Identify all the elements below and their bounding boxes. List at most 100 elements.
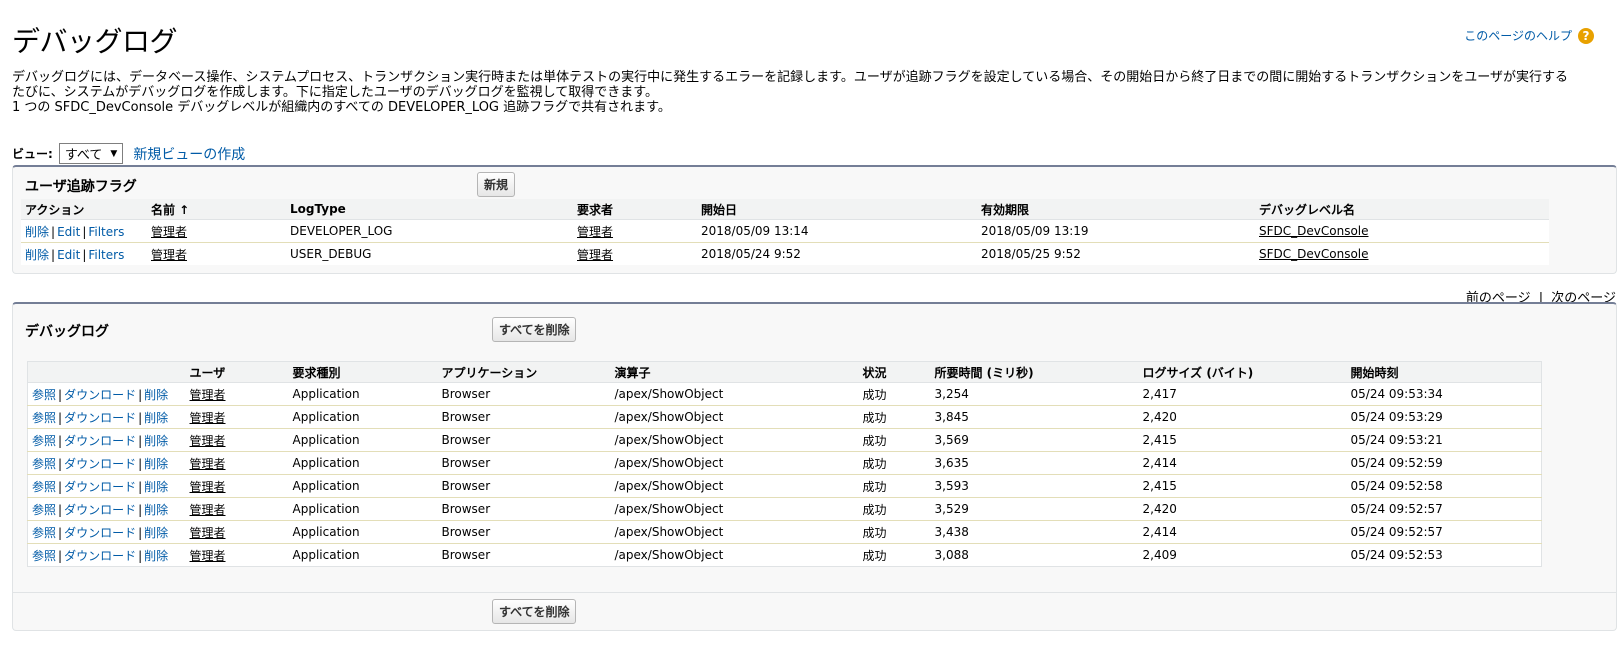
delete-link[interactable]: 削除 bbox=[144, 411, 168, 425]
debug-log-row: 参照 | ダウンロード | 削除 管理者 Application Browser/apex/S… bbox=[28, 544, 1542, 567]
delete-all-button-bottom[interactable]: すべてを削除 bbox=[492, 599, 577, 624]
help-link-label[interactable]: このページのヘルプ bbox=[1464, 27, 1572, 44]
user-link[interactable]: 管理者 bbox=[190, 434, 226, 448]
trace-flags-title: ユーザ追跡フラグ bbox=[25, 179, 137, 195]
view-link[interactable]: 参照 bbox=[32, 411, 56, 425]
user-cell: 管理者 bbox=[186, 544, 289, 567]
action-separator: | bbox=[138, 433, 143, 448]
debug-log-actions: 参照 | ダウンロード | 削除 bbox=[27, 382, 186, 406]
delete-link[interactable]: 削除 bbox=[144, 549, 168, 563]
edit-link[interactable]: Edit bbox=[57, 225, 80, 239]
description-line-2: たびに、システムがデバッグログを作成します。下に指定したユーザのデバッグログを監… bbox=[12, 85, 658, 100]
help-icon[interactable]: ? bbox=[1578, 27, 1594, 44]
dropdown-arrow-icon: ▼ bbox=[110, 148, 118, 159]
trace-flags-column-header: 要求者 bbox=[573, 199, 697, 220]
new-trace-flag-button[interactable]: 新規 bbox=[477, 172, 516, 197]
debug-level-link[interactable]: SFDC_DevConsole bbox=[1259, 247, 1369, 261]
user-link[interactable]: 管理者 bbox=[190, 526, 226, 540]
requested-by-link[interactable]: 管理者 bbox=[577, 248, 613, 262]
download-link[interactable]: ダウンロード bbox=[64, 503, 136, 517]
start-time-cell: 05/24 09:52:57 bbox=[1346, 520, 1542, 544]
user-link[interactable]: 管理者 bbox=[190, 457, 226, 471]
action-separator: | bbox=[138, 502, 143, 517]
start-time-cell: 05/24 09:52:53 bbox=[1350, 548, 1443, 562]
view-link[interactable]: 参照 bbox=[32, 434, 56, 448]
download-link[interactable]: ダウンロード bbox=[64, 526, 136, 540]
debug-logs-column-header: アプリケーション bbox=[437, 361, 611, 383]
delete-link[interactable]: 削除 bbox=[144, 526, 168, 540]
description-line-3: 1 つの SFDC_DevConsole デバッグレベルが組織内のすべての DE… bbox=[12, 100, 671, 115]
user-link[interactable]: 管理者 bbox=[190, 503, 226, 517]
download-link[interactable]: ダウンロード bbox=[64, 480, 136, 494]
request-type-cell: Application bbox=[288, 405, 438, 429]
edit-link[interactable]: Edit bbox=[57, 248, 80, 262]
user-link[interactable]: 管理者 bbox=[151, 248, 187, 262]
delete-all-button-top[interactable]: すべてを削除 bbox=[492, 317, 577, 342]
user-link[interactable]: 管理者 bbox=[190, 411, 226, 425]
view-link[interactable]: 参照 bbox=[32, 480, 56, 494]
delete-link[interactable]: 削除 bbox=[144, 434, 168, 448]
debug-logs-column-header: 要求種別 bbox=[288, 361, 438, 383]
action-separator: | bbox=[58, 433, 63, 448]
duration-cell: 3,438 bbox=[930, 520, 1139, 544]
trace-flags-column-header: デバッグレベル名 bbox=[1255, 199, 1549, 220]
debug-level-cell: SFDC_DevConsole bbox=[1255, 219, 1549, 243]
debug-logs-column-header: 開始時刻 bbox=[1346, 361, 1542, 383]
action-separator: | bbox=[82, 247, 87, 262]
debug-logs-header: デバッグログ すべてを削除 bbox=[13, 304, 1616, 350]
delete-link[interactable]: 削除 bbox=[25, 248, 49, 262]
new-view-link[interactable]: 新規ビューの作成 bbox=[133, 144, 245, 164]
action-separator: | bbox=[58, 410, 63, 425]
trace-flags-column-header[interactable]: 名前 ↑ bbox=[147, 199, 286, 220]
download-link[interactable]: ダウンロード bbox=[64, 457, 136, 471]
download-link[interactable]: ダウンロード bbox=[64, 388, 136, 402]
download-link[interactable]: ダウンロード bbox=[64, 411, 136, 425]
trace-flags-header: ユーザ追跡フラグ 新規 bbox=[13, 167, 1616, 197]
view-link[interactable]: 参照 bbox=[32, 503, 56, 517]
delete-link[interactable]: 削除 bbox=[144, 503, 168, 517]
filters-link[interactable]: Filters bbox=[88, 225, 124, 239]
requested-by-cell: 管理者 bbox=[573, 219, 697, 243]
debug-log-actions: 参照 | ダウンロード | 削除 bbox=[27, 405, 186, 429]
page-description: デバッグログには、データベース操作、システムプロセス、トランザクション実行時また… bbox=[12, 70, 1612, 115]
view-link[interactable]: 参照 bbox=[32, 549, 56, 563]
user-link[interactable]: 管理者 bbox=[190, 388, 226, 402]
request-type-cell: Application bbox=[292, 548, 360, 562]
debug-level-link[interactable]: SFDC_DevConsole bbox=[1259, 224, 1369, 238]
user-cell: 管理者 bbox=[185, 474, 289, 498]
action-separator: | bbox=[138, 410, 143, 425]
debug-log-actions: 参照 | ダウンロード | 削除 bbox=[27, 497, 186, 521]
debug-log-row: 参照 | ダウンロード | 削除 管理者 Application Browser/apex/S… bbox=[27, 428, 1542, 452]
debug-log-row: 参照 | ダウンロード | 削除 管理者 Application Browser/apex/S… bbox=[27, 497, 1542, 521]
operation-cell: /apex/ShowObject bbox=[614, 548, 724, 562]
help-link[interactable]: このページのヘルプ ? bbox=[1464, 27, 1594, 44]
start-date-cell: 2018/05/09 13:14 bbox=[697, 219, 977, 243]
request-type-cell: Application bbox=[288, 520, 438, 544]
user-link[interactable]: 管理者 bbox=[190, 549, 226, 563]
delete-link[interactable]: 削除 bbox=[144, 457, 168, 471]
duration-cell: 3,569 bbox=[930, 428, 1139, 452]
description-line-1: デバッグログには、データベース操作、システムプロセス、トランザクション実行時また… bbox=[12, 70, 1568, 85]
requested-by-link[interactable]: 管理者 bbox=[577, 225, 613, 239]
log-size-cell: 2,420 bbox=[1138, 497, 1347, 521]
view-link[interactable]: 参照 bbox=[32, 388, 56, 402]
log-size-cell: 2,415 bbox=[1138, 428, 1347, 452]
view-link[interactable]: 参照 bbox=[32, 526, 56, 540]
delete-link[interactable]: 削除 bbox=[144, 388, 168, 402]
user-link[interactable]: 管理者 bbox=[190, 480, 226, 494]
delete-link[interactable]: 削除 bbox=[144, 480, 168, 494]
download-link[interactable]: ダウンロード bbox=[64, 434, 136, 448]
trace-flag-row: 削除 | Edit | Filters 管理者 USER_DEBUG 管理者 2018/05/2… bbox=[21, 243, 1549, 266]
action-separator: | bbox=[51, 247, 56, 262]
download-link[interactable]: ダウンロード bbox=[64, 549, 136, 563]
view-select[interactable]: すべて ▼ bbox=[58, 143, 124, 164]
user-link[interactable]: 管理者 bbox=[151, 225, 187, 239]
log-size-cell: 2,415 bbox=[1138, 474, 1347, 498]
view-link[interactable]: 参照 bbox=[32, 457, 56, 471]
delete-link[interactable]: 削除 bbox=[25, 225, 49, 239]
operation-cell: /apex/ShowObject bbox=[610, 382, 859, 406]
debug-log-actions: 参照 | ダウンロード | 削除 bbox=[27, 451, 186, 475]
filters-link[interactable]: Filters bbox=[88, 248, 124, 262]
application-cell: Browser bbox=[437, 382, 611, 406]
trace-flags-panel: ユーザ追跡フラグ 新規 アクション 名前 ↑ LogType 要求者 開始日 有効期限 デバ… bbox=[12, 165, 1617, 274]
